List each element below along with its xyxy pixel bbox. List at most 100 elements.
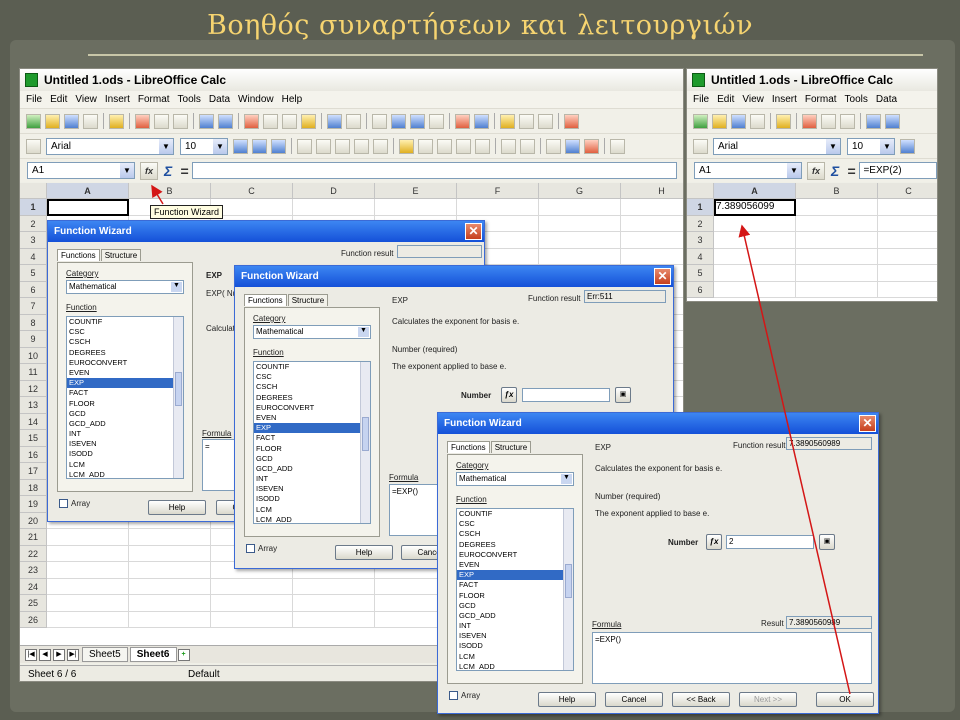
array-checkbox[interactable] [59,499,68,508]
grid-cell[interactable] [714,281,796,298]
row-header[interactable]: 6 [20,281,47,298]
row-header[interactable]: 17 [20,463,47,480]
back-button[interactable]: << Back [672,692,730,707]
function-list-item[interactable]: CSCH [457,529,573,539]
function-list-item[interactable]: FLOOR [67,399,183,409]
tab-structure[interactable]: Structure [287,294,329,306]
function-list-item[interactable]: ISEVEN [457,631,573,641]
row-header[interactable]: 2 [20,215,47,232]
justify-icon[interactable] [354,138,369,154]
draw-functions-icon[interactable] [455,113,470,129]
grid-cell[interactable] [539,232,621,249]
function-list-item[interactable]: DEGREES [67,348,183,358]
row-header[interactable]: 16 [20,446,47,463]
menu-edit[interactable]: Edit [50,94,67,105]
first-sheet-icon[interactable]: |◀ [25,648,37,661]
menu-help[interactable]: Help [282,94,303,105]
grid-cell[interactable] [796,215,878,232]
font-size-combo[interactable]: 10 ▼ [847,137,895,155]
styles-icon[interactable] [693,138,708,154]
function-list-item[interactable]: FACT [67,388,183,398]
add-decimal-icon[interactable] [456,138,471,154]
chevron-down-icon[interactable]: ▼ [120,163,134,178]
grid-cell[interactable] [47,529,129,546]
function-list-item[interactable]: EUROCONVERT [67,358,183,368]
grid-cell[interactable] [714,232,796,249]
function-list-item[interactable]: INT [67,429,183,439]
spellcheck-icon[interactable] [199,113,214,129]
column-header[interactable]: A [47,183,129,199]
grid-cell[interactable] [129,529,211,546]
grid-cell[interactable] [621,248,683,265]
currency-icon[interactable] [399,138,414,154]
email-icon[interactable] [750,113,765,129]
autospellcheck-icon[interactable] [218,113,233,129]
copy-icon[interactable] [263,113,278,129]
spellcheck-icon[interactable] [866,113,881,129]
function-list-item[interactable]: LCM [457,652,573,662]
function-list-item-selected[interactable]: EXP [67,378,183,389]
formula-input[interactable] [192,162,677,179]
add-sheet-icon[interactable]: + [177,648,190,661]
column-header[interactable]: C [211,183,293,199]
row-header[interactable]: 1 [20,199,47,216]
active-cell-a1[interactable]: 7.389056099 [714,199,796,216]
row-header[interactable]: 7 [20,298,47,315]
column-header[interactable]: H [621,183,683,199]
chevron-down-icon[interactable]: ▼ [880,138,894,154]
menu-file[interactable]: File [693,94,709,105]
list-scrollbar[interactable] [360,362,370,523]
navigator-icon[interactable] [474,113,489,129]
function-list-item[interactable]: CSC [254,372,370,382]
grid-cell[interactable] [878,232,937,249]
function-list[interactable]: COUNTIF CSC CSCH DEGREES EUROCONVERT EVEN EXP F… [66,316,184,479]
save-icon[interactable] [64,113,79,129]
row-header[interactable]: 18 [20,479,47,496]
menu-file[interactable]: File [26,94,42,105]
export-pdf-icon[interactable] [802,113,817,129]
row-header[interactable]: 21 [20,529,47,546]
array-checkbox[interactable] [246,544,255,553]
menu-format[interactable]: Format [138,94,170,105]
grid-cell[interactable] [47,611,129,628]
align-center-icon[interactable] [316,138,331,154]
data-sources-icon[interactable] [519,113,534,129]
export-pdf-icon[interactable] [135,113,150,129]
grid-cell[interactable] [129,595,211,612]
row-header[interactable]: 11 [20,364,47,381]
function-list[interactable]: COUNTIF CSC CSCH DEGREES EUROCONVERT EVEN EXP F… [456,508,574,671]
underline-icon[interactable] [271,138,286,154]
function-list-item[interactable]: CSC [457,519,573,529]
function-list-item[interactable]: COUNTIF [67,317,183,327]
align-left-icon[interactable] [297,138,312,154]
grid-cell[interactable] [47,595,129,612]
function-list-item[interactable]: FLOOR [457,591,573,601]
function-list-item[interactable]: ISEVEN [67,439,183,449]
sum-icon[interactable]: Σ [831,163,839,179]
redo-icon[interactable] [346,113,361,129]
menu-tools[interactable]: Tools [845,94,868,105]
grid-cell[interactable] [539,199,621,216]
grid-cell[interactable] [714,215,796,232]
email-icon[interactable] [83,113,98,129]
function-list-item[interactable]: DEGREES [457,540,573,550]
new-document-icon[interactable] [693,113,708,129]
grid-cell[interactable] [621,199,683,216]
column-header[interactable]: A [714,183,796,199]
function-wizard-icon[interactable]: fx [807,161,825,180]
function-list-item[interactable]: GCD [457,601,573,611]
clone-format-icon[interactable] [301,113,316,129]
gallery-icon[interactable] [500,113,515,129]
formula-input[interactable]: =EXP(2) [859,162,937,179]
grid-cell[interactable] [47,562,129,579]
sheet-tab-sheet5[interactable]: Sheet5 [82,647,128,662]
row-header[interactable]: 5 [20,265,47,282]
function-list-item[interactable]: GCD_ADD [457,611,573,621]
scroll-thumb[interactable] [565,564,572,598]
function-list-item[interactable]: CSCH [67,337,183,347]
scroll-thumb[interactable] [175,372,182,406]
chevron-down-icon[interactable]: ▼ [159,138,173,154]
row-header[interactable]: 14 [20,413,47,430]
function-list-item[interactable]: GCD [67,409,183,419]
decrease-indent-icon[interactable] [501,138,516,154]
